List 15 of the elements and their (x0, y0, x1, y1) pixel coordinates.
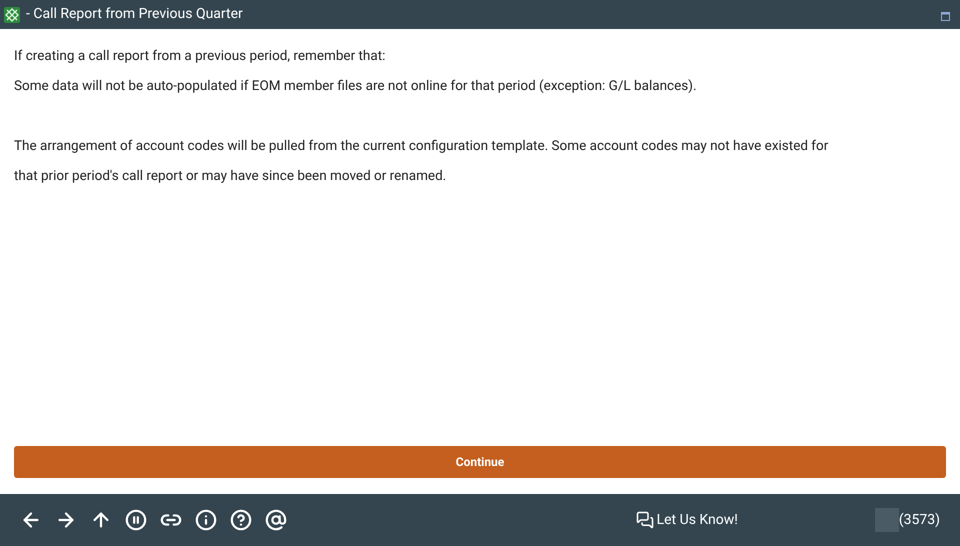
body-text: Some data will not be auto-populated if EOM member files are not online for that period (exception: G/L balances). (14, 77, 698, 96)
window-title: - Call Report from Previous Quarter (26, 5, 243, 24)
app-logo-icon (4, 6, 20, 22)
body-text: The arrangement of account codes will be pulled from the current configuration template. Some account codes may not have existed for (14, 137, 830, 156)
user-code: (3573) (898, 510, 940, 530)
maximize-icon[interactable] (941, 12, 950, 21)
chat-icon (636, 511, 654, 529)
continue-button[interactable]: Continue (14, 446, 946, 478)
body-text: If creating a call report from a previous period, remember that: (14, 47, 386, 66)
body-text: that prior period's call report or may have since been moved or renamed. (14, 167, 448, 186)
pause-icon[interactable] (125, 509, 147, 531)
feedback-link[interactable]: Let Us Know! (636, 510, 738, 530)
help-icon[interactable] (230, 509, 252, 531)
info-icon[interactable] (195, 509, 217, 531)
at-sign-icon[interactable] (265, 509, 287, 531)
